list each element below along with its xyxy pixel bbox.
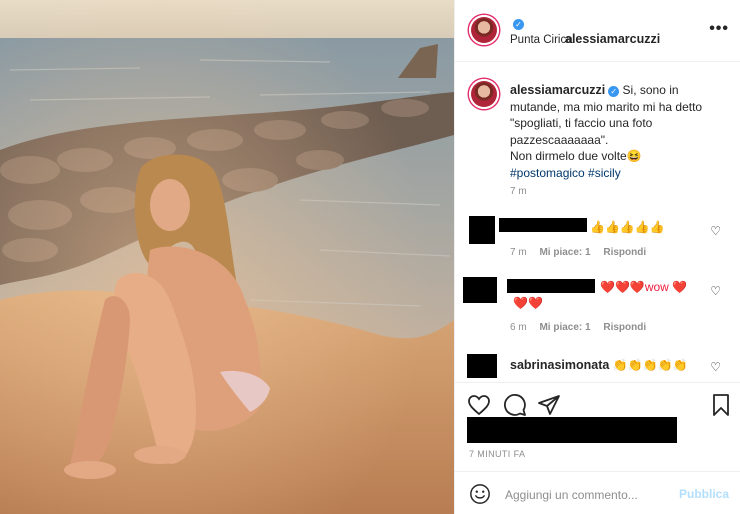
post-location[interactable]: Punta Cirica <box>510 34 573 46</box>
comment-item: ❤️❤️❤️wow ❤️ ❤️❤️ 6 m Mi piace: 1 Rispon… <box>455 272 740 342</box>
comment-reply-button[interactable]: Rispondi <box>603 247 646 258</box>
emoji-smiley-icon[interactable] <box>469 483 491 505</box>
author-username[interactable]: alessiamarcuzzi <box>565 32 660 46</box>
comment-body: sabrinasimonata 👏👏👏👏👏 <box>510 358 687 372</box>
comment-input[interactable] <box>505 486 675 504</box>
publish-button[interactable]: Pubblica <box>679 487 729 501</box>
like-heart-icon[interactable] <box>467 393 491 417</box>
commenter-avatar[interactable] <box>467 354 497 378</box>
redacted-likes-count <box>467 417 677 443</box>
post-time-ago[interactable]: 7 MINUTI FA <box>469 449 525 459</box>
redacted-username <box>507 279 595 293</box>
add-comment-bar: Pubblica <box>455 471 740 514</box>
more-options-icon[interactable]: ••• <box>709 21 729 37</box>
verified-badge-icon: ✓ <box>513 19 524 30</box>
comment-time[interactable]: 7 m <box>510 247 527 258</box>
comment-likes[interactable]: Mi piace: 1 <box>539 247 590 258</box>
post-photo-image <box>0 0 454 514</box>
share-paper-plane-icon[interactable] <box>537 393 561 417</box>
comment-like-heart-icon[interactable]: ♡ <box>710 360 721 374</box>
post-side-panel: alessiamarcuzzi ✓ Punta Cirica ••• alessi… <box>454 0 740 514</box>
post-photo[interactable] <box>0 0 454 514</box>
comment-username[interactable]: sabrinasimonata <box>510 358 609 372</box>
save-bookmark-icon[interactable] <box>709 393 733 417</box>
caption-line-2: Non dirmelo due volte😆 <box>510 149 642 163</box>
redacted-username <box>499 218 587 232</box>
comment-reply-button[interactable]: Rispondi <box>603 322 646 333</box>
comment-bubble-icon[interactable] <box>503 393 527 417</box>
commenter-avatar[interactable] <box>469 216 495 244</box>
post-actions: 7 MINUTI FA Pubblica <box>455 382 740 514</box>
comment-like-heart-icon[interactable]: ♡ <box>710 284 721 298</box>
verified-badge-icon: ✓ <box>608 86 620 97</box>
comment-text: 👍👍👍👍👍 <box>590 220 665 234</box>
author-avatar[interactable] <box>469 15 499 45</box>
comment-text-continued: ❤️❤️ <box>513 296 543 310</box>
post-caption: alessiamarcuzzi ✓ Si, sono in mutande, ma… <box>455 62 740 207</box>
comment-meta: 6 m Mi piace: 1 Rispondi <box>510 322 656 333</box>
caption-text: alessiamarcuzzi ✓ Si, sono in mutande, ma… <box>510 82 728 181</box>
post-header: alessiamarcuzzi ✓ Punta Cirica ••• <box>455 0 740 62</box>
comment-item: 👍👍👍👍👍 7 m Mi piace: 1 Rispondi ♡ <box>455 212 740 262</box>
author-name-row: alessiamarcuzzi ✓ <box>510 16 660 46</box>
commenter-avatar[interactable] <box>463 277 497 303</box>
caption-timestamp[interactable]: 7 m <box>510 186 527 197</box>
comment-time[interactable]: 6 m <box>510 322 527 333</box>
caption-username[interactable]: alessiamarcuzzi <box>510 83 605 97</box>
caption-author-avatar[interactable] <box>469 79 499 109</box>
comment-item: sabrinasimonata 👏👏👏👏👏 ♡ <box>455 350 740 380</box>
comment-likes[interactable]: Mi piace: 1 <box>539 322 590 333</box>
caption-hashtags[interactable]: #postomagico #sicily <box>510 166 621 180</box>
comment-text: 👏👏👏👏👏 <box>612 358 688 372</box>
comment-text: ❤️❤️❤️wow ❤️ <box>600 280 688 294</box>
comment-like-heart-icon[interactable]: ♡ <box>710 224 721 238</box>
comment-meta: 7 m Mi piace: 1 Rispondi <box>510 247 656 258</box>
